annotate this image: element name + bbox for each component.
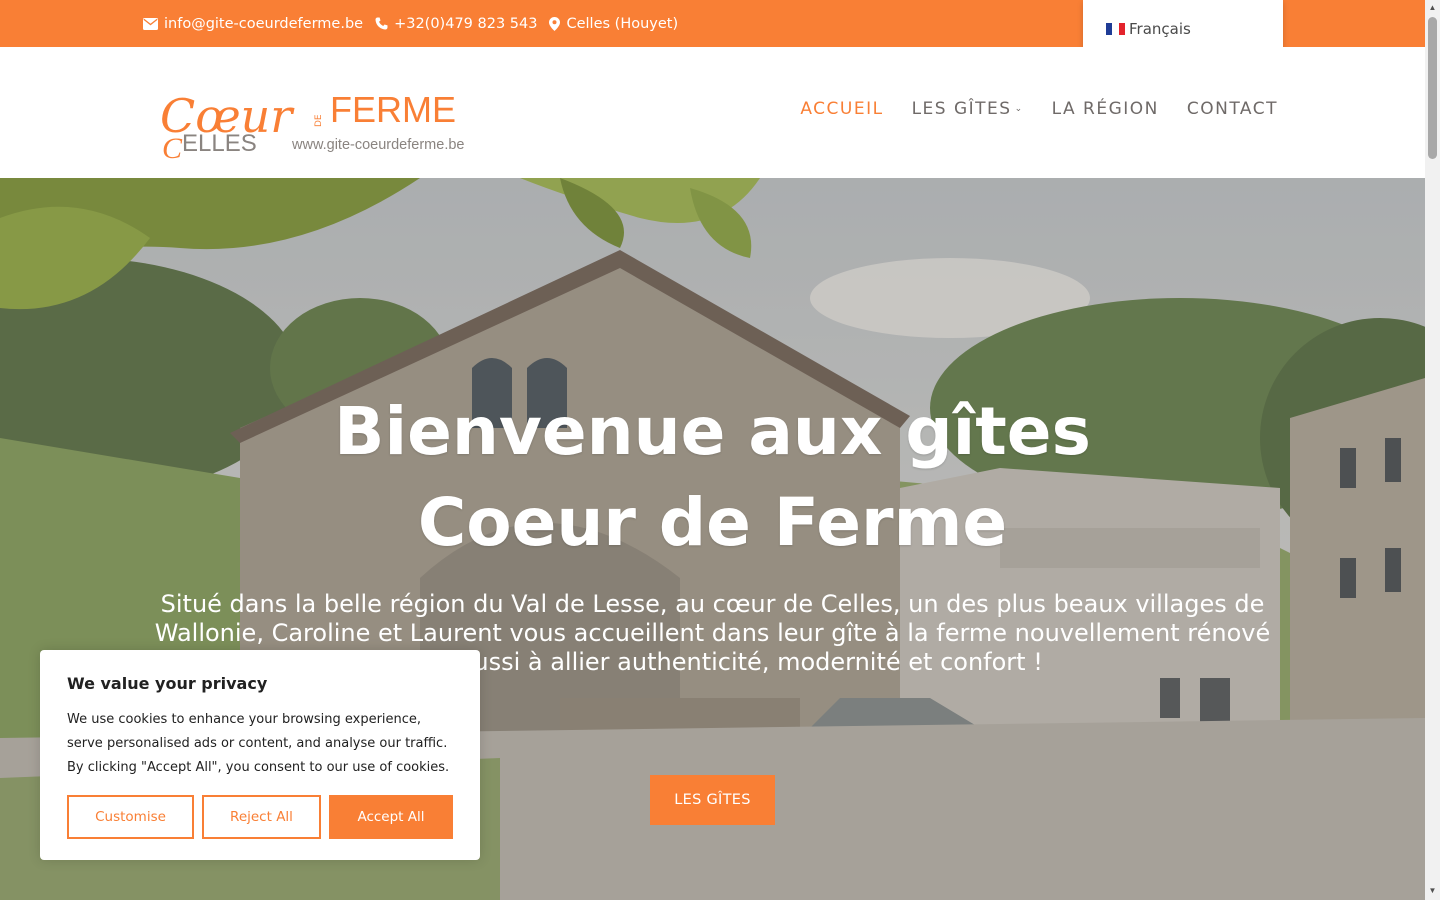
main-nav: ACCUEIL LES GÎTES ⌄ LA RÉGION CONTACT bbox=[772, 99, 1278, 119]
cookie-buttons: Customise Reject All Accept All bbox=[67, 795, 453, 839]
accept-all-button[interactable]: Accept All bbox=[329, 795, 453, 839]
nav-label: ACCUEIL bbox=[800, 99, 884, 119]
reject-all-button[interactable]: Reject All bbox=[202, 795, 321, 839]
chevron-down-icon: ⌄ bbox=[1014, 104, 1024, 114]
cookie-body: We use cookies to enhance your browsing … bbox=[67, 712, 450, 775]
nav-item-la-region[interactable]: LA RÉGION bbox=[1052, 99, 1159, 119]
language-label: Français bbox=[1129, 20, 1191, 38]
hero-title: Bienvenue aux gîtes Coeur de Ferme bbox=[0, 386, 1425, 568]
map-pin-icon bbox=[549, 16, 561, 31]
cookie-consent-banner: We value your privacy We use cookies to … bbox=[40, 650, 480, 860]
phone-link[interactable]: +32(0)479 823 543 bbox=[375, 16, 537, 32]
hero-title-line1: Bienvenue aux gîtes bbox=[334, 393, 1091, 470]
french-flag-icon bbox=[1106, 23, 1125, 35]
contact-info: info@gite-coeurdeferme.be +32(0)479 823 … bbox=[143, 0, 690, 47]
nav-label: CONTACT bbox=[1186, 99, 1278, 119]
nav-label: LA RÉGION bbox=[1051, 99, 1159, 119]
location-text: Celles (Houyet) bbox=[566, 15, 679, 32]
hero-title-line2: Coeur de Ferme bbox=[417, 484, 1008, 561]
location-info: Celles (Houyet) bbox=[549, 16, 678, 32]
nav-item-les-gites[interactable]: LES GÎTES ⌄ bbox=[912, 99, 1024, 119]
scrollbar-thumb[interactable] bbox=[1428, 17, 1437, 159]
email-text: info@gite-coeurdeferme.be bbox=[164, 15, 364, 32]
scroll-down-arrow-icon[interactable]: ▼ bbox=[1428, 886, 1437, 895]
logo-c-letter: C bbox=[162, 132, 183, 162]
les-gites-button[interactable]: LES GÎTES bbox=[650, 775, 775, 825]
phone-icon bbox=[375, 17, 388, 30]
phone-text: +32(0)479 823 543 bbox=[394, 15, 538, 32]
envelope-icon bbox=[143, 17, 158, 30]
nav-item-accueil[interactable]: ACCUEIL bbox=[800, 99, 883, 119]
nav-label: LES GÎTES bbox=[911, 99, 1012, 119]
customise-button[interactable]: Customise bbox=[67, 795, 194, 839]
logo-ferme-text: FERME bbox=[330, 92, 456, 130]
email-link[interactable]: info@gite-coeurdeferme.be bbox=[143, 16, 363, 32]
cookie-title: We value your privacy bbox=[67, 674, 268, 693]
logo-de-text: DE bbox=[314, 114, 324, 127]
site-logo[interactable]: Cœur DE FERME C ELLES www.gite-coeurdefe… bbox=[158, 89, 474, 165]
page-scrollbar[interactable]: ▲ ▼ bbox=[1425, 0, 1440, 900]
scroll-up-arrow-icon[interactable]: ▲ bbox=[1428, 3, 1437, 12]
nav-item-contact[interactable]: CONTACT bbox=[1187, 99, 1278, 119]
logo-graphic: Cœur DE FERME C ELLES www.gite-coeurdefe… bbox=[160, 89, 464, 165]
logo-url-text: www.gite-coeurdeferme.be bbox=[291, 137, 464, 153]
site-header: Cœur DE FERME C ELLES www.gite-coeurdefe… bbox=[0, 47, 1425, 178]
logo-celles-text: ELLES bbox=[182, 130, 257, 157]
